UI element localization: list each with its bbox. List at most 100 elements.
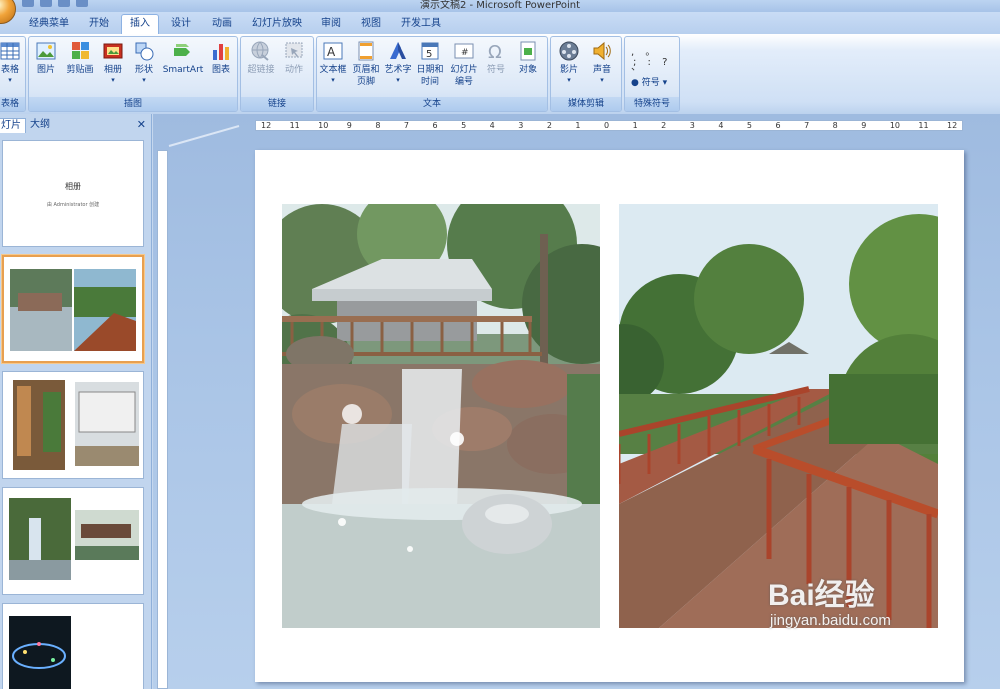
smartart-icon (174, 44, 190, 56)
picture-icon (36, 42, 56, 60)
ruler-label: 1 (632, 121, 638, 130)
ruler-label: 6 (775, 121, 781, 130)
ruler-label: 11 (289, 121, 300, 130)
ruler-label: 10 (318, 121, 329, 130)
slide-thumbnail-2[interactable] (2, 255, 144, 363)
tab-home[interactable]: 开始 (80, 15, 118, 34)
tab-design[interactable]: 设计 (162, 15, 200, 34)
tab-insert[interactable]: 插入 (121, 14, 159, 34)
tab-review[interactable]: 审阅 (312, 15, 350, 34)
table-icon (0, 42, 20, 60)
dropdown-arrow-icon: ▾ (600, 76, 604, 84)
omega-icon: Ω (488, 42, 502, 62)
special-symbol-button[interactable]: ● 符号 ▾ (631, 75, 667, 88)
ribbon-tabs: 经典菜单 开始 插入 设计 动画 幻灯片放映 审阅 视图 开发工具 (0, 12, 1000, 34)
slide-thumbnail-3[interactable] (2, 371, 144, 479)
slide-thumbnail-5[interactable] (2, 603, 144, 689)
tab-view[interactable]: 视图 (352, 15, 390, 34)
action-button[interactable]: 动作 (279, 40, 309, 76)
textbox-button[interactable]: A 文本框 ▾ (317, 40, 349, 84)
waterfall-photo[interactable] (282, 204, 600, 628)
dropdown-arrow-icon: ▾ (662, 78, 668, 88)
slides-pane: 灯片 大纲 ✕ 相册 由 Administrator 创建 (0, 114, 152, 689)
slide-number-button[interactable]: # 幻灯片 编号 (447, 40, 481, 88)
punctuation-row-2[interactable]: ; : ? (633, 57, 671, 68)
textbox-icon: A (323, 42, 343, 60)
shapes-button[interactable]: 形状 ▾ (129, 40, 159, 84)
ruler-label: 2 (546, 121, 552, 130)
svg-text:#: # (461, 48, 469, 58)
chart-icon (213, 44, 229, 60)
ruler-label: 7 (403, 121, 409, 130)
slide-number-icon: # (454, 43, 474, 59)
object-button[interactable]: 对象 (513, 40, 543, 76)
boardwalk-photo[interactable] (619, 204, 938, 628)
ribbon: 表格 ▾ 表格 图片 剪贴画 相册 ▾ 形状 ▾ SmartArt 图表 插图 … (0, 34, 1000, 114)
ruler-label: 10 (889, 121, 901, 130)
ruler-label: 4 (489, 121, 495, 130)
header-footer-button[interactable]: 页眉和 页脚 (350, 40, 382, 88)
close-icon[interactable]: ✕ (137, 118, 146, 131)
photo-album-icon (103, 43, 123, 59)
group-media: 影片 ▾ 声音 ▾ 媒体剪辑 (550, 36, 622, 112)
album-button[interactable]: 相册 ▾ (99, 40, 127, 84)
picture-button[interactable]: 图片 (33, 40, 59, 76)
slides-pane-tabs: 灯片 大纲 ✕ (0, 117, 152, 133)
wordart-button[interactable]: 艺术字 ▾ (383, 40, 413, 84)
dropdown-arrow-icon: ▾ (142, 76, 146, 84)
hyperlink-button[interactable]: 超链接 (245, 40, 277, 76)
window-title: 演示文稿2 - Microsoft PowerPoint (419, 0, 581, 11)
tab-outline[interactable]: 大纲 (26, 118, 54, 133)
movie-button[interactable]: 影片 ▾ (554, 40, 584, 84)
group-tables: 表格 ▾ 表格 (0, 36, 26, 112)
calendar-icon: 5 (421, 42, 439, 60)
ruler-label: 4 (718, 121, 724, 130)
slide-thumbnail-1[interactable]: 相册 由 Administrator 创建 (2, 140, 144, 247)
datetime-button[interactable]: 5 日期和 时间 (415, 40, 445, 88)
dropdown-arrow-icon: ▾ (8, 76, 12, 84)
tab-developer[interactable]: 开发工具 (394, 15, 448, 34)
tab-slides[interactable]: 灯片 (0, 118, 26, 133)
ruler-label: 8 (375, 121, 381, 130)
waterfall-image (282, 204, 600, 628)
action-icon (285, 42, 303, 58)
smartart-button[interactable]: SmartArt (161, 40, 205, 76)
header-footer-icon (358, 41, 374, 61)
vertical-ruler[interactable] (157, 150, 168, 689)
ruler-label: 1 (575, 121, 581, 130)
clipart-button[interactable]: 剪贴画 (63, 40, 97, 76)
bullet-icon: ● (631, 78, 639, 88)
film-reel-icon (559, 41, 579, 61)
tab-classic-menu[interactable]: 经典菜单 (20, 15, 78, 34)
dropdown-arrow-icon: ▾ (111, 76, 115, 84)
hyperlink-globe-icon (251, 41, 269, 61)
ruler-label: 6 (432, 121, 438, 130)
ruler-label: 8 (832, 121, 838, 130)
slide-2-preview (10, 269, 136, 351)
group-links: 超链接 动作 链接 (240, 36, 314, 112)
tab-animation[interactable]: 动画 (203, 15, 241, 34)
object-icon (520, 41, 536, 61)
slide-1-title: 相册 (65, 182, 81, 191)
ruler-label: 2 (661, 121, 667, 130)
wordart-icon (390, 42, 406, 59)
tab-slideshow[interactable]: 幻灯片放映 (246, 15, 308, 34)
slide-4-preview (9, 498, 139, 580)
ruler-label: 9 (346, 121, 352, 130)
speaker-icon (593, 41, 611, 61)
baidu-watermark: Bai经验 jingyan.baidu.com (768, 579, 891, 630)
symbol-button[interactable]: Ω 符号 (483, 40, 509, 76)
clipart-icon (72, 42, 89, 59)
slide-thumbnail-4[interactable] (2, 487, 144, 595)
dropdown-arrow-icon: ▾ (567, 76, 571, 84)
slide-5-preview (9, 616, 71, 689)
group-special-symbols: , 。 、 ; : ? ● 符号 ▾ 特殊符号 (624, 36, 680, 112)
slide-1-subtitle: 由 Administrator 创建 (46, 202, 100, 208)
horizontal-ruler[interactable]: 12 11 10 9 8 7 6 5 4 3 2 1 0 1 2 3 4 5 6 7 8 9 10 11 12 (255, 120, 963, 131)
chart-button[interactable]: 图表 (207, 40, 235, 76)
dropdown-arrow-icon: ▾ (331, 76, 335, 84)
boardwalk-image (619, 204, 938, 628)
table-button[interactable]: 表格 ▾ (0, 40, 23, 84)
ruler-label: 12 (947, 121, 958, 130)
sound-button[interactable]: 声音 ▾ (587, 40, 617, 84)
